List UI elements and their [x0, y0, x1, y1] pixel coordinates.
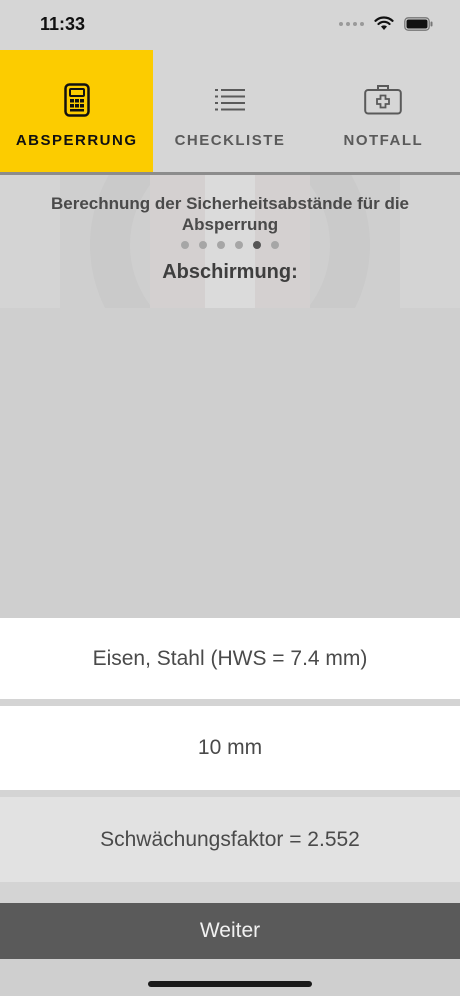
wifi-icon: [374, 16, 394, 30]
material-select[interactable]: Eisen, Stahl (HWS = 7.4 mm): [0, 618, 460, 699]
page-dot: [199, 241, 207, 249]
status-bar: 11:33: [0, 0, 460, 50]
page-dot: [235, 241, 243, 249]
section-title: Abschirmung:: [162, 261, 298, 283]
page-indicator[interactable]: [0, 241, 460, 249]
attenuation-factor-display: Schwächungsfaktor = 2.552: [0, 797, 460, 882]
status-icons: [339, 16, 434, 31]
home-indicator[interactable]: [148, 981, 312, 987]
hero-header: Berechnung der Sicherheitsabstände für d…: [0, 175, 460, 308]
tab-notfall[interactable]: NOTFALL: [307, 50, 460, 172]
calculator-icon: [63, 83, 90, 117]
battery-icon: [404, 16, 433, 31]
content-area: [0, 308, 460, 618]
tab-label: ABSPERRUNG: [15, 132, 138, 149]
page-dot-active: [253, 241, 261, 249]
tab-absperrung[interactable]: ABSPERRUNG: [0, 50, 154, 172]
tab-label: NOTFALL: [343, 132, 424, 149]
page-dot: [271, 241, 279, 249]
first-aid-kit-icon: [364, 85, 403, 115]
tab-label: CHECKLISTE: [174, 132, 286, 149]
next-button[interactable]: Weiter: [0, 903, 460, 959]
signal-icon: [339, 21, 364, 26]
tab-bar: ABSPERRUNG CHECKLISTE NOTFALL: [0, 50, 460, 172]
tab-checkliste[interactable]: CHECKLISTE: [153, 50, 306, 172]
list-icon: [214, 89, 245, 111]
page-dot: [217, 241, 225, 249]
page-dot: [181, 241, 189, 249]
bottom-area: [0, 959, 460, 996]
thickness-select[interactable]: 10 mm: [0, 706, 460, 790]
calculation-description: Berechnung der Sicherheitsabstände für d…: [50, 194, 410, 234]
status-time: 11:33: [40, 14, 86, 34]
